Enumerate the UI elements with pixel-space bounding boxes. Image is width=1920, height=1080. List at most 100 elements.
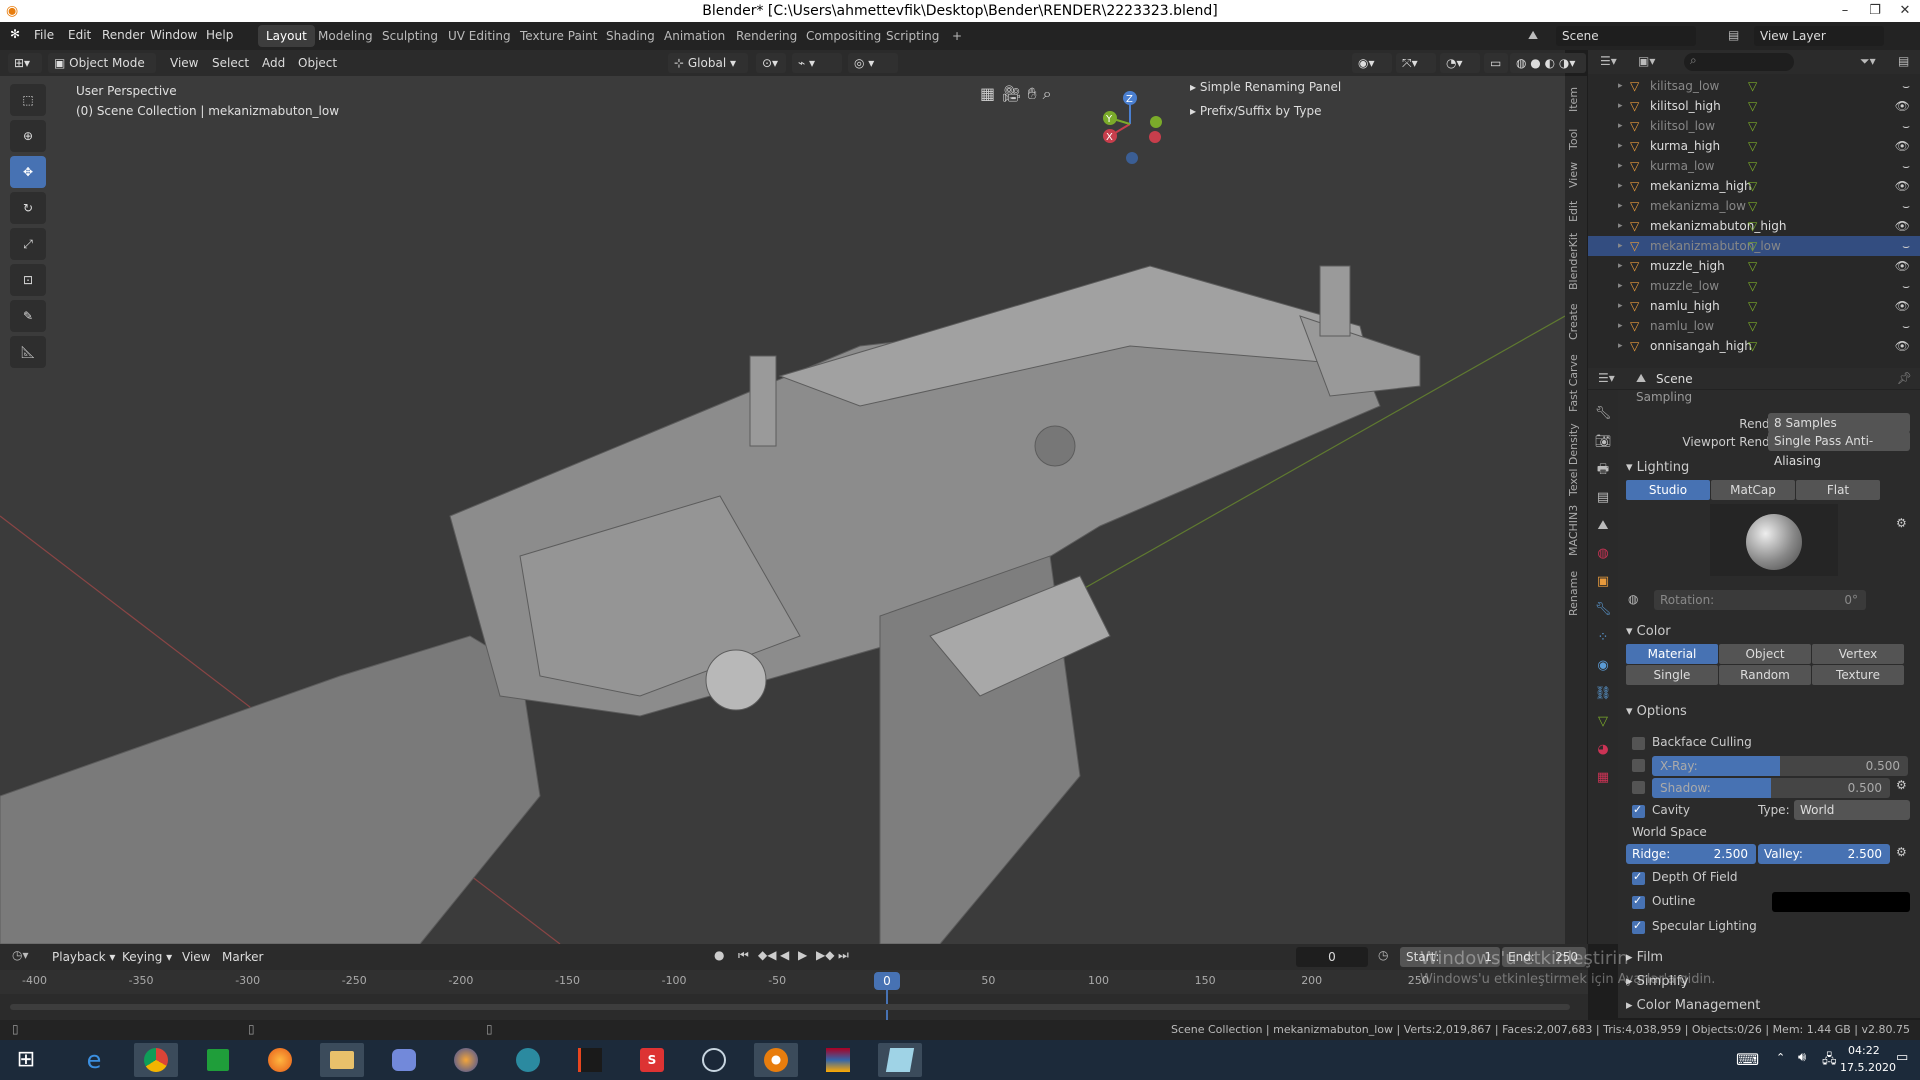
texture-props-icon[interactable]: ▦ xyxy=(1588,764,1618,792)
visibility-eye-icon[interactable]: ⌣ xyxy=(1902,316,1910,336)
outliner-row[interactable]: ▸ ▽ mekanizma_low ▽ ⌣ xyxy=(1588,196,1920,216)
shadow-settings-icon[interactable]: ⚙ xyxy=(1896,778,1907,792)
expand-arrow-icon[interactable]: ▸ xyxy=(1618,176,1623,196)
tab-sculpting[interactable]: Sculpting xyxy=(374,25,446,47)
view-layer-selector[interactable]: View Layer xyxy=(1754,26,1884,46)
xray-checkbox[interactable] xyxy=(1632,759,1645,772)
tab-edit[interactable]: Edit xyxy=(1567,201,1580,222)
outliner-row[interactable]: ▸ ▽ mekanizmabuton_low ▽ ⌣ xyxy=(1588,236,1920,256)
network-icon[interactable]: 🖧︎ xyxy=(1822,1050,1837,1072)
color-header[interactable]: ▾ Color xyxy=(1626,624,1671,639)
expand-arrow-icon[interactable]: ▸ xyxy=(1618,96,1623,116)
object-name[interactable]: kilitsol_low xyxy=(1650,116,1715,136)
npanel-item-prefix-suffix[interactable]: ▸ Prefix/Suffix by Type xyxy=(1190,104,1321,118)
color-material-button[interactable]: Material xyxy=(1626,644,1718,664)
color-vertex-button[interactable]: Vertex xyxy=(1812,644,1904,664)
sampling-header[interactable]: Sampling xyxy=(1636,390,1692,404)
menu-playback[interactable]: Playback ▾ xyxy=(52,950,115,964)
outliner-row[interactable]: ▸ ▽ kurma_low ▽ ⌣ xyxy=(1588,156,1920,176)
menu-add[interactable]: Add xyxy=(256,53,291,73)
maximize-button[interactable]: ❐ xyxy=(1860,0,1890,22)
world-props-icon[interactable]: ◍ xyxy=(1588,540,1618,568)
gizmo-toggle-icon[interactable]: ⤧▾ xyxy=(1396,53,1436,73)
blender-menu-icon[interactable]: ✻ xyxy=(10,27,20,41)
outliner-row[interactable]: ▸ ▽ kilitsol_high ▽ 👁︎ xyxy=(1588,96,1920,116)
tab-rendering[interactable]: Rendering xyxy=(728,25,805,47)
viewport-render-select[interactable]: Single Pass Anti-Aliasing xyxy=(1768,431,1910,468)
valley-field[interactable]: Valley: 2.500 xyxy=(1758,844,1890,864)
clock-date[interactable]: 17.5.2020 xyxy=(1840,1061,1896,1074)
clock-time[interactable]: 04:22 xyxy=(1848,1044,1880,1057)
expand-arrow-icon[interactable]: ▸ xyxy=(1618,76,1623,96)
jump-end-button[interactable]: ⏭ xyxy=(838,948,849,963)
shadow-slider[interactable]: Shadow: 0.500 xyxy=(1652,778,1890,798)
tab-uv-editing[interactable]: UV Editing xyxy=(440,25,519,47)
outliner-row[interactable]: ▸ ▽ muzzle_high ▽ 👁︎ xyxy=(1588,256,1920,276)
lighting-flat-button[interactable]: Flat xyxy=(1796,480,1880,500)
visibility-eye-icon[interactable]: ⌣ xyxy=(1902,116,1910,136)
visibility-eye-icon[interactable]: ⌣ xyxy=(1902,76,1910,96)
editor-type-icon[interactable]: ⊞▾ xyxy=(8,53,42,73)
menu-marker[interactable]: Marker xyxy=(222,950,263,964)
object-name[interactable]: onnisangah_high xyxy=(1650,336,1752,356)
tool-props-icon[interactable]: 🔧︎ xyxy=(1588,400,1618,428)
cavity-type-select[interactable]: World xyxy=(1794,800,1910,820)
material-props-icon[interactable]: ◕ xyxy=(1588,736,1618,764)
studio-light-preview[interactable] xyxy=(1710,504,1838,576)
options-header[interactable]: ▾ Options xyxy=(1626,704,1687,719)
display-mode-icon[interactable]: ▣▾ xyxy=(1638,54,1655,68)
outliner-row[interactable]: ▸ ▽ namlu_low ▽ ⌣ xyxy=(1588,316,1920,336)
specular-lighting-checkbox[interactable] xyxy=(1632,919,1645,934)
file-explorer-icon[interactable] xyxy=(320,1043,364,1077)
expand-arrow-icon[interactable]: ▸ xyxy=(1618,156,1623,176)
internet-explorer-icon[interactable]: e xyxy=(72,1043,116,1077)
object-name[interactable]: namlu_high xyxy=(1650,296,1720,316)
rotation-field[interactable]: Rotation: 0° xyxy=(1654,590,1866,610)
outline-checkbox[interactable] xyxy=(1632,894,1645,909)
discord-icon[interactable] xyxy=(382,1043,426,1077)
chrome-icon[interactable] xyxy=(134,1043,178,1077)
outline-color-swatch[interactable] xyxy=(1772,892,1910,912)
object-name[interactable]: mekanizmabuton_low xyxy=(1650,236,1781,256)
measure-tool-icon[interactable]: 📐︎ xyxy=(10,336,46,368)
object-name[interactable]: kilitsol_high xyxy=(1650,96,1721,116)
tab-modeling[interactable]: Modeling xyxy=(310,25,381,47)
tab-animation[interactable]: Animation xyxy=(656,25,733,47)
object-name[interactable]: mekanizma_low xyxy=(1650,196,1746,216)
timeline-scrollbar[interactable] xyxy=(10,1004,1570,1010)
volume-icon[interactable]: 🔊︎ xyxy=(1798,1050,1806,1065)
proportional-edit-icon[interactable]: ◎ ▾ xyxy=(848,53,898,73)
add-workspace-button[interactable]: + xyxy=(944,25,970,47)
tab-layout[interactable]: Layout xyxy=(258,25,315,47)
snap-icon[interactable]: ⌁ ▾ xyxy=(792,53,842,73)
tab-view[interactable]: View xyxy=(1567,162,1580,188)
windows-start-icon[interactable]: ⊞ xyxy=(4,1043,48,1077)
expand-arrow-icon[interactable]: ▸ xyxy=(1618,196,1623,216)
visibility-eye-icon[interactable]: 👁︎ xyxy=(1895,336,1910,356)
expand-arrow-icon[interactable]: ▸ xyxy=(1618,136,1623,156)
jump-start-button[interactable]: ⏮ xyxy=(738,948,749,963)
preview-range-icon[interactable]: ◷ xyxy=(1378,948,1388,962)
depth-of-field-checkbox[interactable] xyxy=(1632,870,1645,885)
object-name[interactable]: muzzle_high xyxy=(1650,256,1725,276)
new-collection-icon[interactable]: ▤ xyxy=(1898,54,1909,68)
navigation-gizmo[interactable]: Z X Y xyxy=(1090,84,1170,164)
scene-selector[interactable]: Scene xyxy=(1556,26,1696,46)
minimize-button[interactable]: – xyxy=(1830,0,1860,22)
ridge-field[interactable]: Ridge: 2.500 xyxy=(1626,844,1756,864)
visibility-eye-icon[interactable]: ⌣ xyxy=(1902,276,1910,296)
lighting-studio-button[interactable]: Studio xyxy=(1626,480,1710,500)
film-header[interactable]: ▸ Film xyxy=(1626,950,1663,965)
object-name[interactable]: kilitsag_low xyxy=(1650,76,1719,96)
color-object-button[interactable]: Object xyxy=(1719,644,1811,664)
expand-arrow-icon[interactable]: ▸ xyxy=(1618,236,1623,256)
tray-expand-icon[interactable]: ⌃ xyxy=(1776,1051,1785,1064)
tab-texel-density[interactable]: Texel Density xyxy=(1567,423,1580,496)
close-button[interactable]: ✕ xyxy=(1890,0,1920,22)
modifier-props-icon[interactable]: 🔧︎ xyxy=(1588,596,1618,624)
record-button[interactable]: ● xyxy=(714,948,724,962)
outliner-search-input[interactable]: ⌕ xyxy=(1684,53,1794,71)
expand-arrow-icon[interactable]: ▸ xyxy=(1618,316,1623,336)
view-layer-props-icon[interactable]: ▤ xyxy=(1588,484,1618,512)
app-dark-icon[interactable] xyxy=(568,1043,612,1077)
